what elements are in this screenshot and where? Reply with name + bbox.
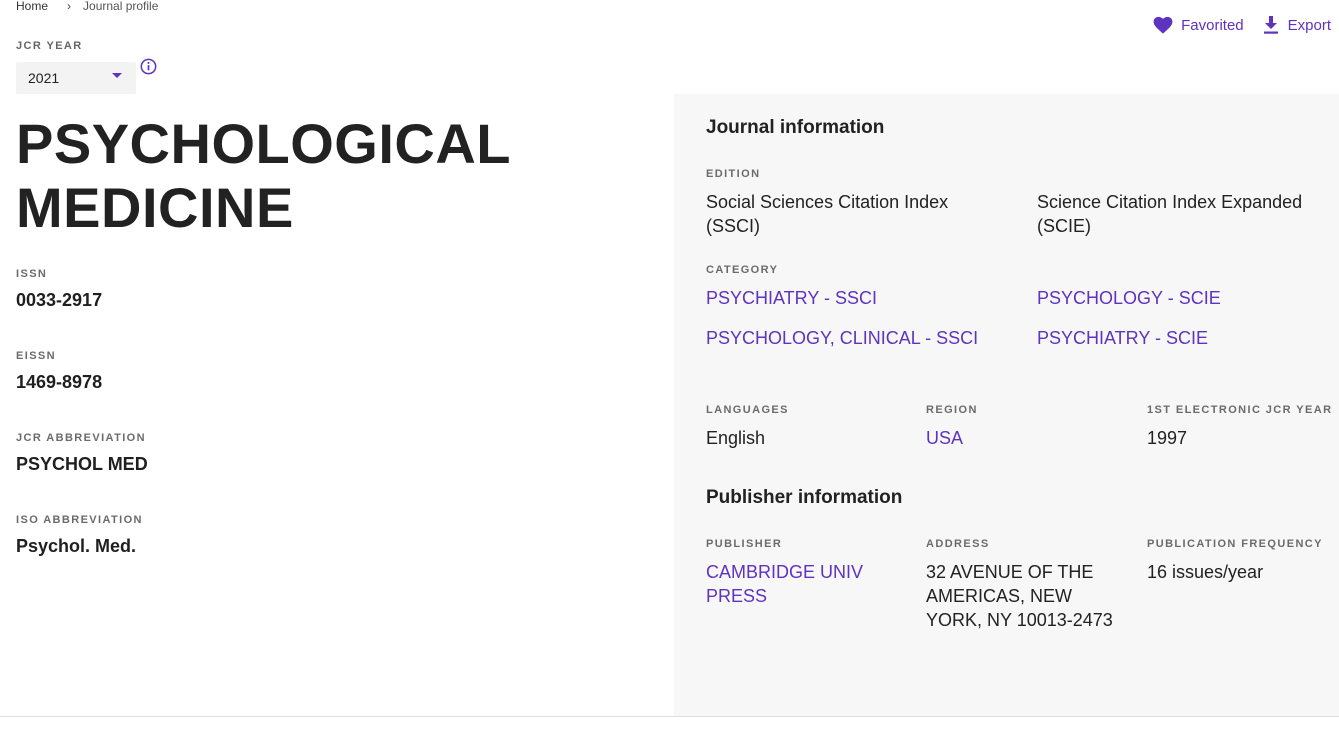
first-jcr-year-label: 1ST ELECTRONIC JCR YEAR xyxy=(1147,404,1333,416)
jcr-abbreviation-field: JCR ABBREVIATION PSYCHOL MED xyxy=(16,432,148,475)
eissn-field: EISSN 1469-8978 xyxy=(16,350,102,393)
chevron-right-icon: › xyxy=(67,0,72,13)
iso-abbreviation-label: ISO ABBREVIATION xyxy=(16,514,143,526)
edition-label: EDITION xyxy=(706,168,761,180)
iso-abbreviation-field: ISO ABBREVIATION Psychol. Med. xyxy=(16,514,143,557)
breadcrumb: Home › Journal profile xyxy=(16,0,158,13)
export-label: Export xyxy=(1287,16,1331,34)
first-jcr-year-value: 1997 xyxy=(1147,428,1188,448)
download-icon xyxy=(1263,16,1278,34)
jcr-year-label: JCR YEAR xyxy=(16,40,83,52)
address-value: 32 AVENUE OF THE AMERICAS, NEW YORK, NY … xyxy=(926,562,1113,630)
breadcrumb-current: Journal profile xyxy=(83,0,159,13)
category-psychiatry-scie-link[interactable]: PSYCHIATRY - SCIE xyxy=(1037,326,1208,350)
journal-info-panel: Journal information EDITION Social Scien… xyxy=(674,94,1339,716)
frequency-value: 16 issues/year xyxy=(1147,562,1264,582)
publisher-info-heading: Publisher information xyxy=(706,487,903,508)
address-label: ADDRESS xyxy=(926,538,990,550)
jcr-year-select[interactable]: 2021 xyxy=(16,62,136,94)
jcr-year-value: 2021 xyxy=(28,70,60,86)
issn-value: 0033-2917 xyxy=(16,290,103,310)
category-psychiatry-ssci-link[interactable]: PSYCHIATRY - SSCI xyxy=(706,286,877,310)
issn-field: ISSN 0033-2917 xyxy=(16,268,102,311)
languages-label: LANGUAGES xyxy=(706,404,789,416)
favorited-label: Favorited xyxy=(1181,16,1244,34)
jcr-abbreviation-label: JCR ABBREVIATION xyxy=(16,432,146,444)
edition-scie: Science Citation Index Expanded (SCIE) xyxy=(1037,192,1303,236)
favorited-button[interactable]: Favorited xyxy=(1153,16,1244,34)
issn-label: ISSN xyxy=(16,268,48,280)
publisher-label: PUBLISHER xyxy=(706,538,783,550)
region-link[interactable]: USA xyxy=(926,426,963,450)
divider xyxy=(0,716,1339,717)
journal-info-heading: Journal information xyxy=(706,117,885,138)
journal-title: PSYCHOLOGICAL MEDICINE xyxy=(16,112,510,239)
edition-ssci: Social Sciences Citation Index (SSCI) xyxy=(706,192,949,236)
iso-abbreviation-value: Psychol. Med. xyxy=(16,536,137,556)
frequency-label: PUBLICATION FREQUENCY xyxy=(1147,538,1323,550)
heart-icon xyxy=(1153,16,1173,34)
languages-value: English xyxy=(706,428,766,448)
eissn-label: EISSN xyxy=(16,350,57,362)
region-label: REGION xyxy=(926,404,978,416)
category-label: CATEGORY xyxy=(706,264,779,276)
top-actions: Favorited Export xyxy=(1153,15,1331,35)
category-psychology-clinical-ssci-link[interactable]: PSYCHOLOGY, CLINICAL - SSCI xyxy=(706,326,978,350)
info-icon[interactable] xyxy=(140,58,157,75)
category-psychology-scie-link[interactable]: PSYCHOLOGY - SCIE xyxy=(1037,286,1221,310)
jcr-abbreviation-value: PSYCHOL MED xyxy=(16,454,148,474)
publisher-link[interactable]: CAMBRIDGE UNIV PRESS xyxy=(706,560,876,608)
eissn-value: 1469-8978 xyxy=(16,372,103,392)
breadcrumb-home-link[interactable]: Home xyxy=(16,0,48,13)
caret-down-icon xyxy=(112,73,122,78)
export-button[interactable]: Export xyxy=(1262,15,1331,35)
